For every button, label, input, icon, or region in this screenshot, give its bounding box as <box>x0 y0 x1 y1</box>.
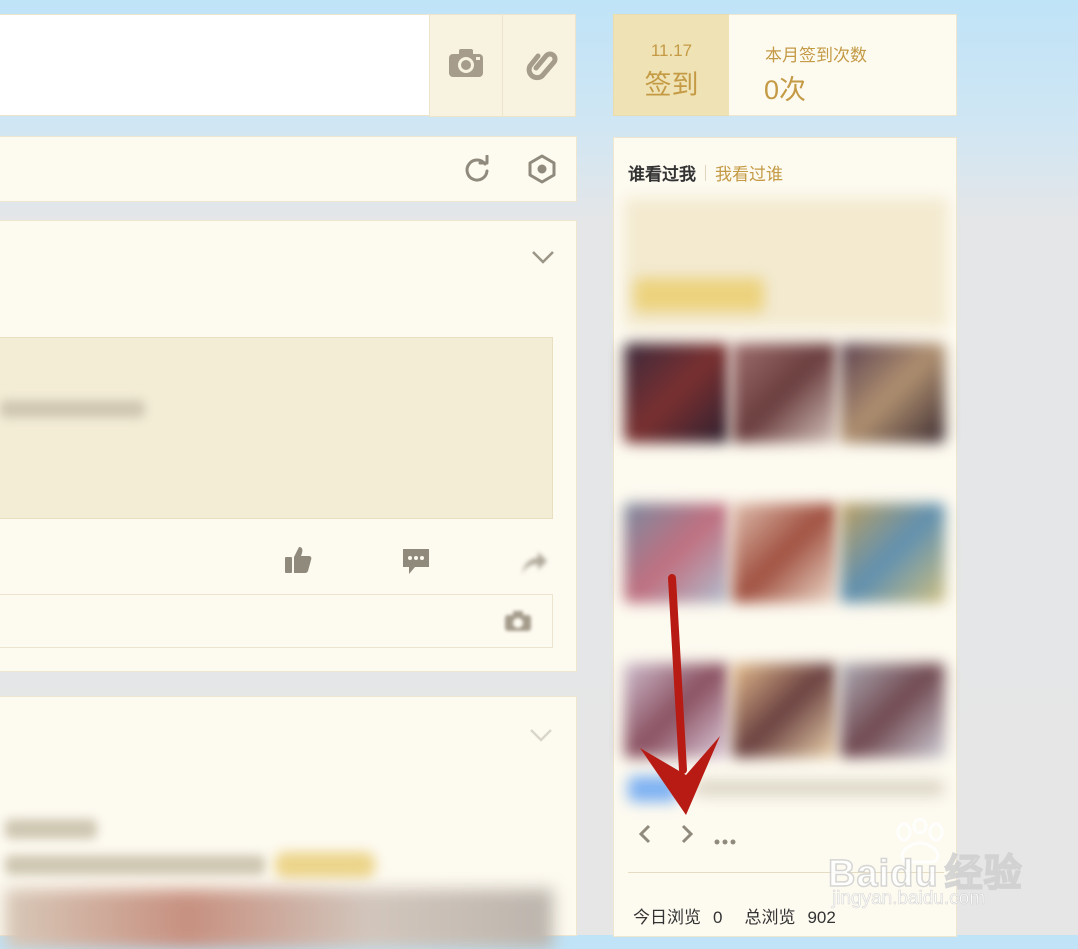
visitors-panel: 谁看过我 我看过谁 今日浏览 0 总浏览 902 <box>613 137 957 937</box>
total-views-value: 902 <box>807 908 836 927</box>
today-views-label: 今日浏览 <box>633 908 701 927</box>
feed-post <box>0 696 577 949</box>
visitor-avatar[interactable] <box>624 663 729 758</box>
visitor-avatar[interactable] <box>732 343 837 443</box>
visitor-avatar[interactable] <box>732 503 837 603</box>
settings-hex-icon[interactable] <box>527 154 557 189</box>
signin-button[interactable]: 11.17 签到 <box>613 14 730 116</box>
insert-link-button[interactable] <box>502 14 576 117</box>
signin-label: 签到 <box>644 70 699 100</box>
more-icon[interactable] <box>714 832 736 850</box>
post-compose-input[interactable] <box>0 14 355 116</box>
total-views-label: 总浏览 <box>744 908 796 927</box>
camera-icon[interactable] <box>504 610 532 637</box>
chevron-down-icon[interactable] <box>530 249 556 270</box>
visitor-avatar[interactable] <box>840 503 945 603</box>
post-compose-input-tail[interactable] <box>354 14 430 116</box>
blurred-text <box>694 780 944 796</box>
today-views-value: 0 <box>713 908 723 927</box>
blurred-text <box>5 855 265 875</box>
month-signin-count: 0次 <box>764 75 807 105</box>
signin-stats: 本月签到次数 0次 <box>729 14 957 116</box>
post-image[interactable] <box>5 889 553 949</box>
visitor-avatar[interactable] <box>624 343 729 443</box>
tab-visited-me[interactable]: 谁看过我 <box>628 160 696 185</box>
refresh-icon[interactable] <box>463 154 491 188</box>
camera-icon <box>447 47 485 84</box>
visitor-avatar[interactable] <box>840 343 945 443</box>
tab-i-visited[interactable]: 我看过谁 <box>715 160 783 185</box>
signin-date: 11.17 <box>650 41 693 60</box>
blurred-text <box>0 400 145 418</box>
visitor-avatar[interactable] <box>624 503 729 603</box>
comment-input-row[interactable] <box>0 594 553 648</box>
chevron-right-icon[interactable] <box>680 824 694 850</box>
visitor-banner-button[interactable] <box>634 278 764 312</box>
divider <box>628 872 944 873</box>
link-icon <box>520 44 558 87</box>
chevron-down-icon[interactable] <box>528 727 554 748</box>
comment-icon[interactable] <box>401 546 431 581</box>
feed-toolbar <box>0 136 577 202</box>
thumbs-up-icon[interactable] <box>283 545 313 580</box>
share-icon[interactable] <box>518 548 548 583</box>
visitor-avatar[interactable] <box>732 663 837 758</box>
blurred-username <box>5 819 97 839</box>
visitor-avatar[interactable] <box>840 663 945 758</box>
blurred-badge <box>628 776 678 802</box>
blurred-emoji <box>275 852 375 878</box>
upload-photo-button[interactable] <box>429 14 503 117</box>
post-quote-content[interactable] <box>0 337 553 519</box>
chevron-left-icon[interactable] <box>638 824 652 850</box>
month-signin-label: 本月签到次数 <box>765 46 867 65</box>
tab-divider <box>705 164 706 181</box>
